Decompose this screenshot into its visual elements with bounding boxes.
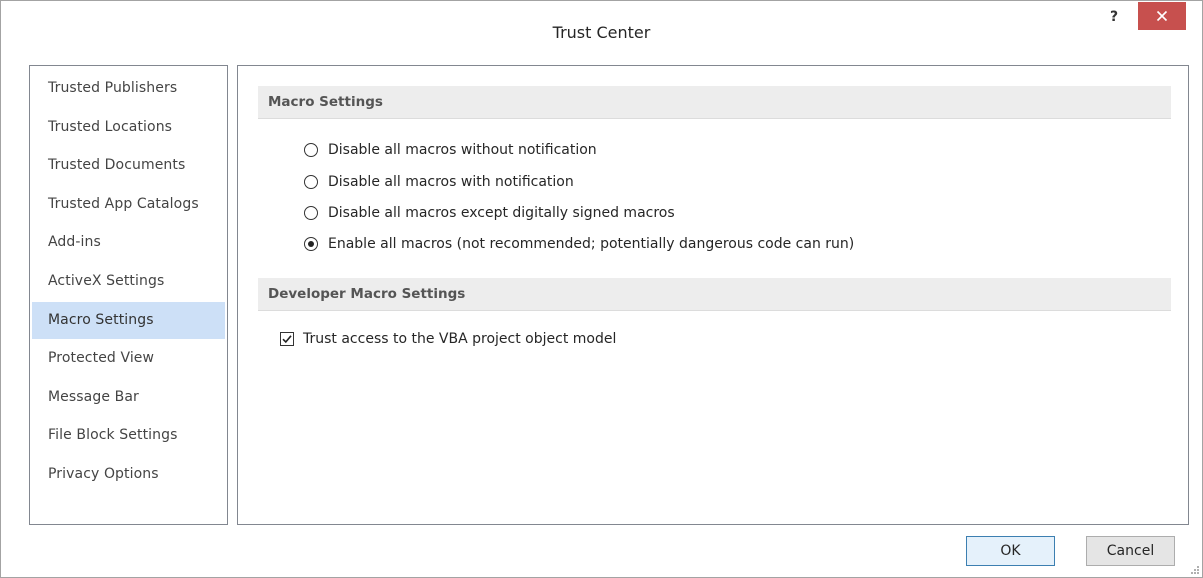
close-button[interactable] — [1138, 2, 1186, 30]
radio-label: Disable all macros with notification — [328, 174, 574, 190]
radio-button[interactable] — [304, 175, 318, 189]
sidebar-item-activex-settings[interactable]: ActiveX Settings — [32, 263, 225, 300]
trust-center-dialog: Trust Center ? Trusted Publishers Truste… — [0, 0, 1203, 578]
vba-access-option[interactable]: Trust access to the VBA project object m… — [280, 328, 616, 350]
cancel-button[interactable]: Cancel — [1086, 536, 1175, 566]
vba-access-checkbox[interactable] — [280, 332, 294, 346]
radio-option-disable-no-notification[interactable]: Disable all macros without notification — [304, 139, 597, 161]
radio-label: Disable all macros except digitally sign… — [328, 205, 675, 221]
close-icon — [1156, 10, 1168, 22]
resize-grip-icon[interactable] — [1190, 565, 1200, 575]
category-sidebar: Trusted Publishers Trusted Locations Tru… — [29, 65, 228, 525]
sidebar-item-privacy-options[interactable]: Privacy Options — [32, 456, 225, 493]
radio-option-disable-with-notification[interactable]: Disable all macros with notification — [304, 171, 574, 193]
radio-option-disable-except-signed[interactable]: Disable all macros except digitally sign… — [304, 202, 675, 224]
ok-button[interactable]: OK — [966, 536, 1055, 566]
sidebar-item-message-bar[interactable]: Message Bar — [32, 379, 225, 416]
sidebar-item-trusted-documents[interactable]: Trusted Documents — [32, 147, 225, 184]
radio-option-enable-all[interactable]: Enable all macros (not recommended; pote… — [304, 233, 854, 255]
radio-button[interactable] — [304, 143, 318, 157]
developer-macro-settings-header: Developer Macro Settings — [258, 278, 1171, 311]
radio-label: Enable all macros (not recommended; pote… — [328, 236, 855, 252]
settings-panel: Macro Settings Disable all macros withou… — [237, 65, 1189, 525]
sidebar-item-protected-view[interactable]: Protected View — [32, 340, 225, 377]
title-bar: Trust Center ? — [1, 1, 1202, 53]
sidebar-item-macro-settings[interactable]: Macro Settings — [32, 302, 225, 339]
radio-label: Disable all macros without notification — [328, 142, 597, 158]
window-title: Trust Center — [552, 23, 651, 42]
sidebar-item-trusted-app-catalogs[interactable]: Trusted App Catalogs — [32, 186, 225, 223]
sidebar-item-file-block-settings[interactable]: File Block Settings — [32, 417, 225, 454]
vba-access-label: Trust access to the VBA project object m… — [303, 331, 617, 347]
sidebar-item-add-ins[interactable]: Add-ins — [32, 224, 225, 261]
radio-button-selected[interactable] — [304, 237, 318, 251]
sidebar-item-trusted-publishers[interactable]: Trusted Publishers — [32, 70, 225, 107]
radio-button[interactable] — [304, 206, 318, 220]
macro-settings-header: Macro Settings — [258, 86, 1171, 119]
checkmark-icon — [282, 335, 292, 344]
sidebar-item-trusted-locations[interactable]: Trusted Locations — [32, 109, 225, 146]
help-button[interactable]: ? — [1099, 4, 1129, 30]
